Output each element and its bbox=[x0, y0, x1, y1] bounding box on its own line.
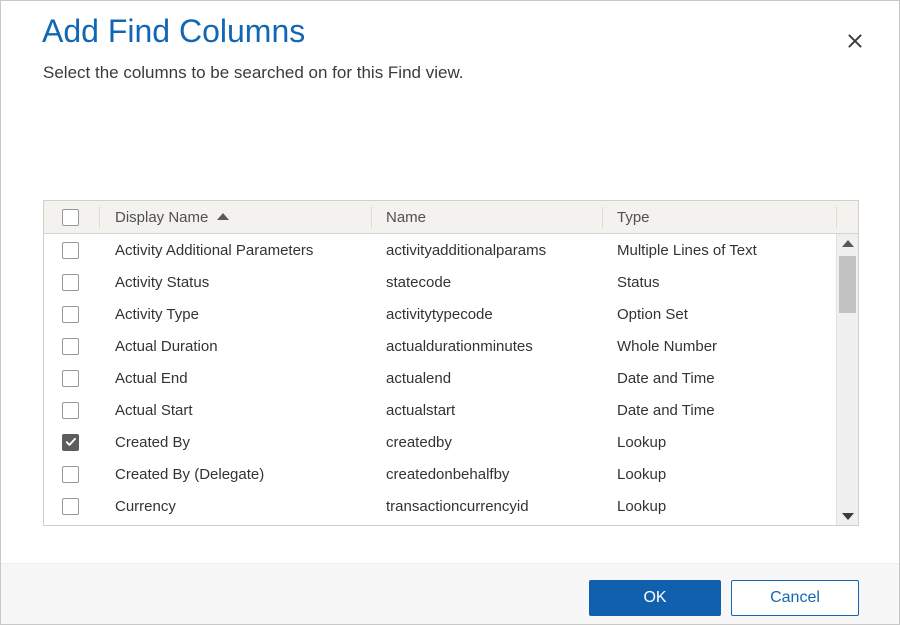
table-row[interactable]: Actual DurationactualdurationminutesWhol… bbox=[44, 330, 836, 362]
scrollbar-thumb[interactable] bbox=[839, 256, 856, 313]
cell-name: actualstart bbox=[371, 402, 602, 419]
table-row[interactable]: Activity Additional Parametersactivityad… bbox=[44, 234, 836, 266]
cell-name: statecode bbox=[371, 274, 602, 291]
row-checkbox-cell[interactable] bbox=[44, 490, 100, 522]
columns-grid: Display Name Name Type Activity Addition… bbox=[43, 200, 859, 526]
grid-vertical-scrollbar[interactable] bbox=[836, 234, 858, 525]
table-row[interactable]: Actual EndactualendDate and Time bbox=[44, 362, 836, 394]
table-row[interactable]: Created BycreatedbyLookup bbox=[44, 426, 836, 458]
cell-display-name: Actual Start bbox=[100, 402, 371, 419]
cell-display-name: Actual Duration bbox=[100, 338, 371, 355]
row-checkbox[interactable] bbox=[62, 498, 79, 515]
grid-body: Activity Additional Parametersactivityad… bbox=[44, 234, 858, 525]
cell-type: Option Set bbox=[602, 306, 837, 323]
cell-display-name: Currency bbox=[100, 498, 371, 515]
column-header-label: Name bbox=[386, 209, 426, 226]
cell-name: activitytypecode bbox=[371, 306, 602, 323]
cell-type: Whole Number bbox=[602, 338, 837, 355]
row-checkbox[interactable] bbox=[62, 434, 79, 451]
table-row[interactable]: Created By (Delegate)createdonbehalfbyLo… bbox=[44, 458, 836, 490]
scroll-down-icon[interactable] bbox=[837, 507, 858, 525]
cell-name: activityadditionalparams bbox=[371, 242, 602, 259]
row-checkbox-cell[interactable] bbox=[44, 234, 100, 266]
cell-type: Status bbox=[602, 274, 837, 291]
cell-type: Lookup bbox=[602, 434, 837, 451]
cell-name: actualdurationminutes bbox=[371, 338, 602, 355]
row-checkbox[interactable] bbox=[62, 370, 79, 387]
table-row[interactable]: CurrencytransactioncurrencyidLookup bbox=[44, 490, 836, 522]
row-checkbox-cell[interactable] bbox=[44, 362, 100, 394]
scroll-up-icon[interactable] bbox=[837, 234, 858, 252]
table-row[interactable]: Activity StatusstatecodeStatus bbox=[44, 266, 836, 298]
page-title: Add Find Columns bbox=[42, 13, 305, 50]
select-all-checkbox-cell[interactable] bbox=[44, 201, 100, 233]
cell-type: Lookup bbox=[602, 466, 837, 483]
table-row[interactable]: Actual StartactualstartDate and Time bbox=[44, 394, 836, 426]
row-checkbox[interactable] bbox=[62, 242, 79, 259]
column-header-display-name[interactable]: Display Name bbox=[100, 201, 371, 233]
dialog-footer: OK Cancel bbox=[1, 563, 899, 624]
cell-display-name: Activity Additional Parameters bbox=[100, 242, 371, 259]
select-all-checkbox[interactable] bbox=[62, 209, 79, 226]
row-checkbox-cell[interactable] bbox=[44, 330, 100, 362]
cell-type: Date and Time bbox=[602, 402, 837, 419]
row-checkbox[interactable] bbox=[62, 274, 79, 291]
column-header-type[interactable]: Type bbox=[602, 201, 837, 233]
cell-type: Multiple Lines of Text bbox=[602, 242, 837, 259]
row-checkbox[interactable] bbox=[62, 466, 79, 483]
cell-name: actualend bbox=[371, 370, 602, 387]
dialog-header: Add Find Columns Select the columns to b… bbox=[1, 1, 900, 101]
row-checkbox[interactable] bbox=[62, 338, 79, 355]
grid-rows: Activity Additional Parametersactivityad… bbox=[44, 234, 836, 522]
row-checkbox-cell[interactable] bbox=[44, 458, 100, 490]
cell-display-name: Created By bbox=[100, 434, 371, 451]
column-header-name[interactable]: Name bbox=[371, 201, 602, 233]
cell-display-name: Actual End bbox=[100, 370, 371, 387]
cell-type: Date and Time bbox=[602, 370, 837, 387]
dialog-subtitle: Select the columns to be searched on for… bbox=[43, 63, 464, 83]
cell-name: createdonbehalfby bbox=[371, 466, 602, 483]
sort-ascending-icon bbox=[217, 213, 229, 220]
column-header-label: Display Name bbox=[115, 209, 208, 226]
grid-header-row: Display Name Name Type bbox=[44, 201, 858, 234]
column-header-label: Type bbox=[617, 209, 650, 226]
row-checkbox[interactable] bbox=[62, 402, 79, 419]
cell-type: Lookup bbox=[602, 498, 837, 515]
cell-name: transactioncurrencyid bbox=[371, 498, 602, 515]
row-checkbox-cell[interactable] bbox=[44, 426, 100, 458]
ok-button[interactable]: OK bbox=[589, 580, 721, 616]
row-checkbox-cell[interactable] bbox=[44, 394, 100, 426]
row-checkbox[interactable] bbox=[62, 306, 79, 323]
cell-display-name: Activity Type bbox=[100, 306, 371, 323]
table-row[interactable]: Activity TypeactivitytypecodeOption Set bbox=[44, 298, 836, 330]
cell-name: createdby bbox=[371, 434, 602, 451]
add-find-columns-dialog: Add Find Columns Select the columns to b… bbox=[0, 0, 900, 625]
row-checkbox-cell[interactable] bbox=[44, 266, 100, 298]
row-checkbox-cell[interactable] bbox=[44, 298, 100, 330]
cancel-button[interactable]: Cancel bbox=[731, 580, 859, 616]
cell-display-name: Activity Status bbox=[100, 274, 371, 291]
cell-display-name: Created By (Delegate) bbox=[100, 466, 371, 483]
close-icon[interactable] bbox=[839, 25, 871, 57]
